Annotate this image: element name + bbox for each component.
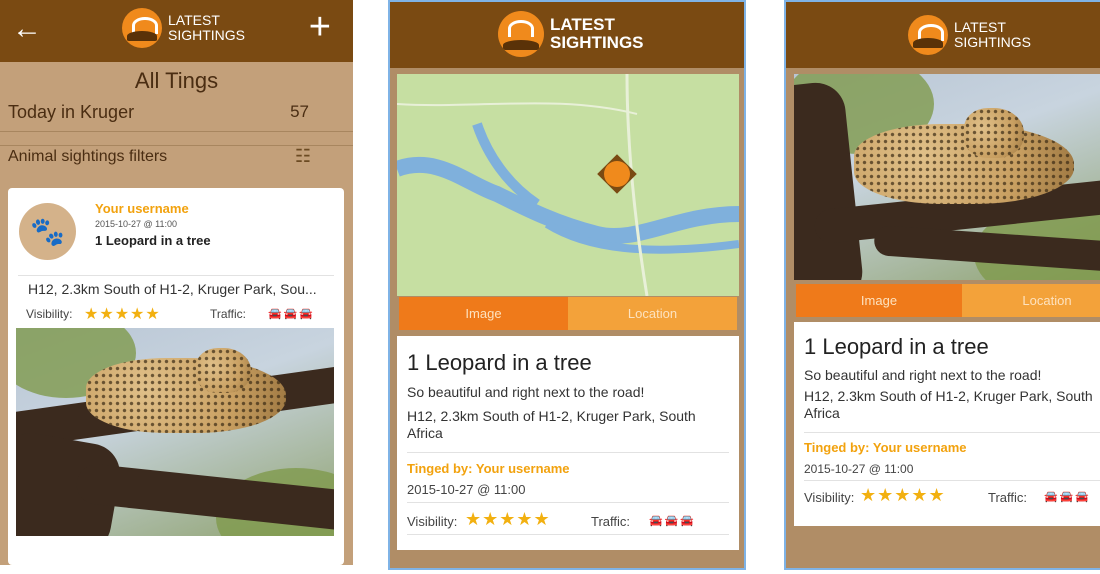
location-text: H12, 2.3km South of H1-2, Kruger Park, S… — [407, 408, 696, 441]
traffic-label: Traffic: — [591, 514, 631, 529]
map-view[interactable] — [397, 74, 739, 296]
leopard-photo — [16, 328, 334, 536]
timestamp: 2015-10-27 @ 11:00 — [407, 482, 526, 497]
username: Your username — [95, 201, 189, 216]
brand-logo: LATEST SIGHTINGS — [498, 11, 644, 57]
timestamp: 2015-10-27 @ 11:00 — [95, 219, 178, 229]
visibility-label: Visibility: — [804, 490, 855, 505]
traffic-cars-icon: 🚘🚘🚘 — [1044, 491, 1092, 503]
tab-image[interactable]: Image — [796, 284, 962, 317]
logo-icon — [122, 8, 162, 48]
sighting-card[interactable]: 🐾 Your username 2015-10-27 @ 11:00 1 Leo… — [8, 188, 344, 565]
brand-logo: LATEST SIGHTINGS — [908, 15, 1031, 55]
logo-icon — [498, 11, 544, 57]
tab-location[interactable]: Location — [568, 297, 737, 330]
traffic-label: Traffic: — [988, 490, 1028, 505]
visibility-label: Visibility: — [407, 514, 458, 529]
detail-tabs: Image Location — [399, 297, 737, 330]
brand-logo: LATEST SIGHTINGS — [122, 8, 245, 48]
tab-image[interactable]: Image — [399, 297, 568, 330]
tab-location[interactable]: Location — [962, 284, 1100, 317]
traffic-label: Traffic: — [210, 307, 247, 321]
location-text: H12, 2.3km South of H1-2, Kruger Park, S… — [28, 281, 317, 297]
divider — [18, 275, 334, 276]
visibility-label: Visibility: — [26, 307, 73, 321]
detail-image-screen: LATEST SIGHTINGS Image Location 1 Leopar… — [784, 0, 1100, 570]
today-label: Today in Kruger — [8, 102, 135, 122]
detail-card: 1 Leopard in a tree So beautiful and rig… — [397, 336, 739, 550]
detail-location-screen: LATEST SIGHTINGS Image Location 1 Leopar… — [388, 0, 746, 570]
sighting-title: 1 Leopard in a tree — [407, 350, 592, 375]
detail-tabs: Image Location — [796, 284, 1100, 317]
tinged-by: Tinged by: Your username — [407, 461, 570, 476]
today-row[interactable]: Today in Kruger 57 — [0, 102, 353, 132]
visibility-stars: ★★★★★ — [465, 509, 551, 529]
location-text: H12, 2.3km South of H1-2, Kruger Park, S… — [804, 388, 1093, 421]
divider — [407, 502, 729, 503]
traffic-cars-icon: 🚘🚘🚘 — [649, 515, 697, 527]
top-bar: LATEST SIGHTINGS — [786, 2, 1100, 68]
divider — [407, 452, 729, 453]
top-bar: LATEST SIGHTINGS — [390, 2, 744, 68]
description: So beautiful and right next to the road! — [407, 384, 645, 400]
filters-row[interactable]: Animal sightings filters ☷ — [0, 145, 353, 177]
sighting-title: 1 Leopard in a tree — [804, 334, 989, 359]
leopard-photo[interactable] — [794, 74, 1100, 280]
timestamp: 2015-10-27 @ 11:00 — [804, 462, 914, 476]
description: So beautiful and right next to the road! — [804, 367, 1042, 383]
filter-icon[interactable]: ☷ — [295, 146, 311, 167]
divider — [407, 534, 729, 535]
divider — [804, 432, 1100, 433]
river-map-graphic — [397, 74, 739, 296]
detail-card: 1 Leopard in a tree So beautiful and rig… — [794, 322, 1100, 526]
visibility-stars: ★★★★★ — [860, 485, 946, 505]
tinged-by: Tinged by: Your username — [804, 440, 967, 455]
add-icon[interactable]: + — [309, 6, 331, 49]
top-bar: ← LATEST SIGHTINGS + — [0, 0, 353, 62]
visibility-stars: ★★★★★ — [84, 306, 161, 323]
today-count: 57 — [290, 102, 309, 121]
page-title: All Tings — [134, 68, 219, 93]
back-arrow-icon[interactable]: ← — [12, 12, 42, 46]
traffic-cars-icon: 🚘🚘🚘 — [268, 308, 316, 320]
list-screen: ← LATEST SIGHTINGS + All Tings Today in … — [0, 0, 353, 565]
sighting-title: 1 Leopard in a tree — [95, 233, 211, 248]
paw-avatar-icon: 🐾 — [19, 203, 76, 260]
filters-label: Animal sightings filters — [8, 148, 168, 165]
logo-icon — [908, 15, 948, 55]
divider — [804, 480, 1100, 481]
